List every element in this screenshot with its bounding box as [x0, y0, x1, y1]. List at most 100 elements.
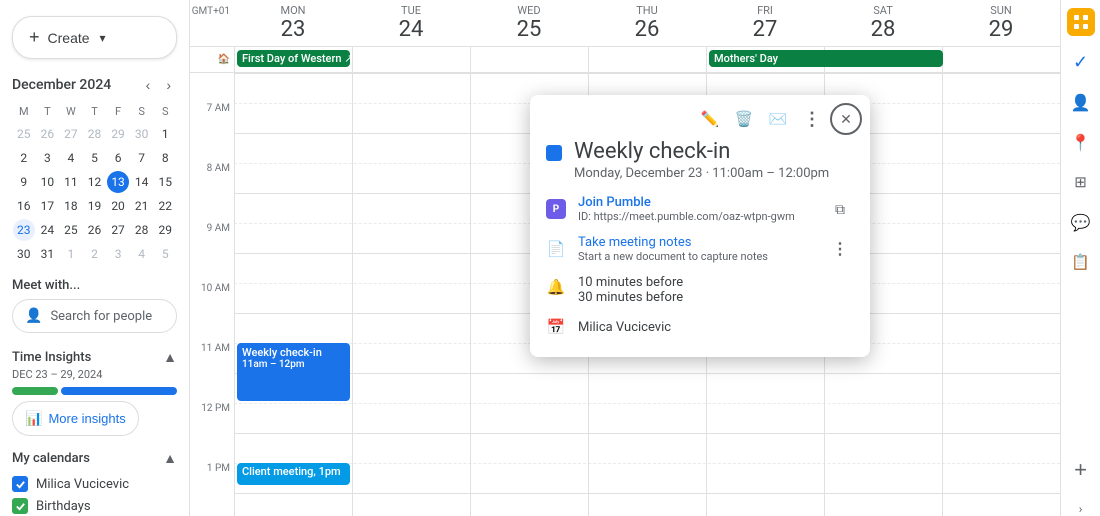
mini-cal-cell[interactable]: 13 — [107, 171, 129, 193]
contacts-icon[interactable]: 👤 — [1067, 88, 1095, 116]
mini-cal-cell[interactable]: 30 — [13, 243, 35, 265]
mini-cal-cell[interactable]: 25 — [13, 123, 35, 145]
popup-delete-button[interactable]: 🗑️ — [728, 103, 760, 135]
chat-icon[interactable]: 💬 — [1067, 208, 1095, 236]
mini-cal-cell[interactable]: 4 — [131, 243, 153, 265]
day-header-sat[interactable]: SAT 28 — [824, 0, 942, 46]
mini-cal-cell[interactable]: 24 — [36, 219, 58, 241]
mini-cal-cell[interactable]: 10 — [36, 171, 58, 193]
insights-chart-icon: 📊 — [25, 410, 42, 427]
create-button[interactable]: + Create ▾ — [12, 16, 177, 59]
mini-cal-cell[interactable]: 26 — [36, 123, 58, 145]
day-header-sun[interactable]: SUN 29 — [942, 0, 1060, 46]
mini-cal-cell[interactable]: 20 — [107, 195, 129, 217]
maps-icon[interactable]: 📍 — [1067, 128, 1095, 156]
calendar-label-milica: Milica Vucicevic — [36, 477, 129, 492]
day-header-row: GMT+01 MON 23 TUE 24 WED 25 THU 26 FRI 2… — [190, 0, 1060, 47]
mini-cal-week-row: 2526272829301 — [12, 122, 177, 146]
day-columns-header: MON 23 TUE 24 WED 25 THU 26 FRI 27 SAT 2… — [234, 0, 1060, 46]
mini-cal-cell[interactable]: 4 — [60, 147, 82, 169]
mini-cal-cell[interactable]: 21 — [131, 195, 153, 217]
allday-col-mon: First Day of Western ↗ — [234, 47, 352, 72]
mini-cal-title: December 2024 — [12, 77, 111, 93]
mini-cal-cell[interactable]: 2 — [83, 243, 105, 265]
mini-cal-cell[interactable]: 31 — [36, 243, 58, 265]
mini-cal-cell[interactable]: 27 — [60, 123, 82, 145]
google-apps-icon[interactable] — [1067, 8, 1095, 36]
collapse-calendars-icon[interactable]: ▲ — [163, 450, 177, 467]
mini-cal-cell[interactable]: 3 — [107, 243, 129, 265]
search-people-icon: 👤 — [25, 308, 42, 324]
collapse-icon[interactable]: ▲ — [163, 349, 177, 366]
search-people-input[interactable]: 👤 Search for people — [12, 299, 177, 333]
checkmark-icon — [15, 501, 26, 512]
mini-cal-cell[interactable]: 29 — [154, 219, 176, 241]
mini-cal-cell[interactable]: 12 — [83, 171, 105, 193]
mini-cal-cell[interactable]: 3 — [36, 147, 58, 169]
mini-cal-cell[interactable]: 1 — [60, 243, 82, 265]
mini-cal-cell[interactable]: 27 — [107, 219, 129, 241]
mini-cal-cell[interactable]: 14 — [131, 171, 153, 193]
mini-cal-cell[interactable]: 8 — [154, 147, 176, 169]
event-weekly-checkin[interactable]: Weekly check-in 11am – 12pm — [237, 343, 350, 401]
popup-more-button[interactable]: ⋮ — [796, 103, 828, 135]
mini-cal-cell[interactable]: 11 — [60, 171, 82, 193]
mini-cal-cell[interactable]: 30 — [131, 123, 153, 145]
mini-cal-cell[interactable]: 16 — [13, 195, 35, 217]
mini-cal-cell[interactable]: 7 — [131, 147, 153, 169]
allday-col-wed — [470, 47, 588, 72]
allday-cols: First Day of Western ↗ Mothers' Day — [234, 47, 1060, 72]
next-month-button[interactable]: › — [160, 75, 177, 95]
mini-cal-cell[interactable]: 29 — [107, 123, 129, 145]
mini-cal-cell[interactable]: 28 — [131, 219, 153, 241]
mini-cal-cell[interactable]: 18 — [60, 195, 82, 217]
mini-cal-cell[interactable]: 17 — [36, 195, 58, 217]
more-insights-button[interactable]: 📊 More insights — [12, 401, 139, 436]
calendar-item-birthdays[interactable]: Birthdays — [12, 495, 177, 516]
mini-cal-cell[interactable]: 5 — [154, 243, 176, 265]
mini-cal-cell[interactable]: 15 — [154, 171, 176, 193]
popup-notes-more-button[interactable]: ⋮ — [826, 235, 854, 263]
day-header-fri[interactable]: FRI 27 — [706, 0, 824, 46]
mini-cal-cell[interactable]: 19 — [83, 195, 105, 217]
time-insights-date: DEC 23 – 29, 2024 — [12, 368, 177, 381]
mini-cal-cell[interactable]: 1 — [154, 123, 176, 145]
allday-col-tue — [352, 47, 470, 72]
day-header-wed[interactable]: WED 25 — [470, 0, 588, 46]
mini-cal-cell[interactable]: 2 — [13, 147, 35, 169]
add-icon[interactable]: + — [1067, 456, 1095, 484]
checkmark-icon — [15, 479, 26, 490]
day-header-thu[interactable]: THU 26 — [588, 0, 706, 46]
popup-email-button[interactable]: ✉️ — [762, 103, 794, 135]
right-sidebar: ✓ 👤 📍 ⊞ 💬 📋 + › — [1060, 0, 1100, 516]
mini-cal-week-row: 23242526272829 — [12, 218, 177, 242]
calendar-item-milica[interactable]: Milica Vucicevic — [12, 473, 177, 495]
popup-copy-button[interactable]: ⧉ — [826, 195, 854, 223]
plus-icon: + — [29, 27, 40, 48]
allday-event-mothers-day[interactable]: Mothers' Day — [709, 50, 943, 67]
mini-cal-cell[interactable]: 5 — [83, 147, 105, 169]
mini-cal-cell[interactable]: 9 — [13, 171, 35, 193]
more-insights-label: More insights — [48, 411, 125, 426]
mini-cal-grid: MTWTFSS 25262728293012345678910111213141… — [12, 103, 177, 266]
tasks-icon[interactable]: 📋 — [1067, 248, 1095, 276]
popup-close-button[interactable]: ✕ — [830, 103, 862, 135]
mini-cal-cell[interactable]: 25 — [60, 219, 82, 241]
popup-notes-link[interactable]: Take meeting notes — [578, 235, 814, 250]
mini-cal-cell[interactable]: 23 — [13, 219, 35, 241]
mini-cal-cell[interactable]: 26 — [83, 219, 105, 241]
prev-month-button[interactable]: ‹ — [140, 75, 157, 95]
mini-cal-cell[interactable]: 22 — [154, 195, 176, 217]
day-header-tue[interactable]: TUE 24 — [352, 0, 470, 46]
popup-join-link[interactable]: Join Pumble — [578, 195, 814, 210]
allday-event-first-day[interactable]: First Day of Western ↗ — [237, 50, 350, 67]
day-header-mon[interactable]: MON 23 — [234, 0, 352, 46]
expand-icon[interactable]: › — [1079, 502, 1083, 516]
mini-cal-cell[interactable]: 28 — [83, 123, 105, 145]
popup-edit-button[interactable]: ✏️ — [694, 103, 726, 135]
gcal-icon[interactable]: ✓ — [1067, 48, 1095, 76]
mini-cal-cell[interactable]: 6 — [107, 147, 129, 169]
gmeet-icon[interactable]: ⊞ — [1067, 168, 1095, 196]
search-people-label: Search for people — [50, 309, 152, 324]
event-client-meeting-1pm[interactable]: Client meeting, 1pm — [237, 463, 350, 485]
